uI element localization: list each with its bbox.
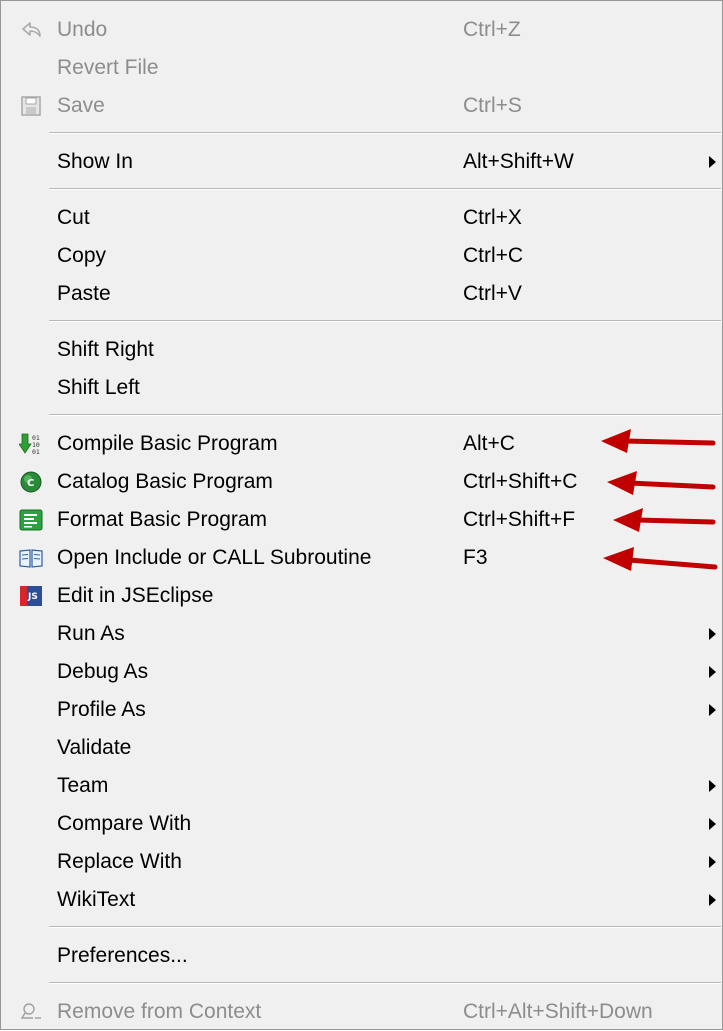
menu-item-team[interactable]: Team [1, 767, 722, 805]
submenu-arrow-icon [709, 894, 716, 906]
menu-item-show-in[interactable]: Show In Alt+Shift+W [1, 143, 722, 181]
menu-item-label: Compare With [57, 812, 192, 835]
menu-item-label: Revert File [57, 56, 159, 79]
menu-item-shift-right[interactable]: Shift Right [1, 331, 722, 369]
menu-item-label: Shift Left [57, 376, 140, 399]
menu-item-validate[interactable]: Validate [1, 729, 722, 767]
submenu-arrow-icon [709, 156, 716, 168]
menu-item-label: Catalog Basic Program [57, 470, 273, 493]
menu-item-label: Preferences... [57, 944, 188, 967]
svg-text:JS: JS [27, 592, 38, 602]
undo-icon [19, 18, 43, 42]
menu-item-edit-in-jseclipse[interactable]: JS Edit in JSEclipse [1, 577, 722, 615]
menu-item-wikitext[interactable]: WikiText [1, 881, 722, 919]
svg-text:01: 01 [32, 448, 40, 456]
submenu-arrow-icon [709, 628, 716, 640]
menu-item-label: Validate [57, 736, 132, 759]
menu-item-compare-with[interactable]: Compare With [1, 805, 722, 843]
menu-item-label: Paste [57, 282, 111, 305]
menu-item-label: Shift Right [57, 338, 154, 361]
menu-item-shortcut: Ctrl+Z [463, 18, 521, 41]
menu-item-shortcut: Alt+C [463, 432, 515, 455]
menu-item-label: Format Basic Program [57, 508, 268, 531]
menu-item-shortcut: Alt+Shift+W [463, 150, 574, 173]
menu-item-shortcut: F3 [463, 546, 488, 569]
menu-item-paste[interactable]: Paste Ctrl+V [1, 275, 722, 313]
menu-item-label: Profile As [57, 698, 146, 721]
menu-separator [49, 188, 721, 190]
menu-item-shortcut: Ctrl+Alt+Shift+Down [463, 1000, 653, 1023]
menu-item-label: Replace With [57, 850, 182, 873]
menu-item-compile-basic-program[interactable]: 01 10 01 Compile Basic Program Alt+C [1, 425, 722, 463]
menu-item-label: Save [57, 94, 105, 117]
format-list-icon [19, 508, 43, 532]
menu-item-copy[interactable]: Copy Ctrl+C [1, 237, 722, 275]
compile-binary-icon: 01 10 01 [18, 432, 43, 456]
menu-separator [49, 132, 721, 134]
submenu-arrow-icon [709, 856, 716, 868]
menu-item-label: Run As [57, 622, 125, 645]
menu-item-label: Cut [57, 206, 90, 229]
menu-item-label: Edit in JSEclipse [57, 584, 214, 607]
menu-item-shortcut: Ctrl+V [463, 282, 522, 305]
menu-item-shortcut: Ctrl+S [463, 94, 522, 117]
menu-item-label: Remove from Context [57, 1000, 262, 1023]
menu-item-label: WikiText [57, 888, 136, 911]
svg-text:C: C [27, 478, 34, 489]
submenu-arrow-icon [709, 780, 716, 792]
menu-item-catalog-basic-program[interactable]: C Catalog Basic Program Ctrl+Shift+C [1, 463, 722, 501]
submenu-arrow-icon [709, 818, 716, 830]
menu-item-profile-as[interactable]: Profile As [1, 691, 722, 729]
menu-item-label: Copy [57, 244, 107, 267]
menu-item-replace-with[interactable]: Replace With [1, 843, 722, 881]
jseclipse-icon: JS [19, 584, 43, 608]
context-menu: Undo Ctrl+Z Revert File Save Ctrl+S Show… [0, 0, 723, 1030]
menu-item-shortcut: Ctrl+C [463, 244, 524, 267]
menu-item-undo[interactable]: Undo Ctrl+Z [1, 11, 722, 49]
menu-separator [49, 982, 721, 984]
menu-item-run-as[interactable]: Run As [1, 615, 722, 653]
menu-item-open-include[interactable]: Open Include or CALL Subroutine F3 [1, 539, 722, 577]
menu-item-label: Team [57, 774, 109, 797]
remove-context-icon [19, 1000, 43, 1024]
menu-item-label: Show In [57, 150, 133, 173]
menu-item-format-basic-program[interactable]: Format Basic Program Ctrl+Shift+F [1, 501, 722, 539]
submenu-arrow-icon [709, 704, 716, 716]
menu-item-remove-from-context[interactable]: Remove from Context Ctrl+Alt+Shift+Down [1, 993, 722, 1031]
menu-separator [49, 926, 721, 928]
menu-item-revert-file[interactable]: Revert File [1, 49, 722, 87]
menu-item-label: Compile Basic Program [57, 432, 278, 455]
open-book-icon [19, 546, 43, 570]
menu-item-shift-left[interactable]: Shift Left [1, 369, 722, 407]
menu-separator [49, 414, 721, 416]
menu-item-label: Undo [57, 18, 108, 41]
menu-separator [49, 320, 721, 322]
submenu-arrow-icon [709, 666, 716, 678]
menu-item-shortcut: Ctrl+Shift+F [463, 508, 576, 531]
menu-item-label: Debug As [57, 660, 149, 683]
menu-item-shortcut: Ctrl+X [463, 206, 522, 229]
save-icon [19, 94, 43, 118]
menu-item-cut[interactable]: Cut Ctrl+X [1, 199, 722, 237]
menu-item-shortcut: Ctrl+Shift+C [463, 470, 578, 493]
menu-item-save[interactable]: Save Ctrl+S [1, 87, 722, 125]
menu-item-label: Open Include or CALL Subroutine [57, 546, 372, 569]
catalog-globe-icon: C [19, 470, 43, 494]
menu-item-debug-as[interactable]: Debug As [1, 653, 722, 691]
menu-item-preferences[interactable]: Preferences... [1, 937, 722, 975]
